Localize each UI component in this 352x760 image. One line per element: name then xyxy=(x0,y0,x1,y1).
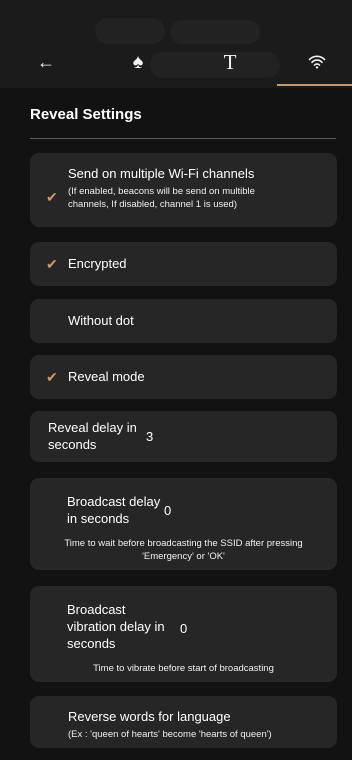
setting-encrypted[interactable]: ✔ Encrypted xyxy=(30,242,337,286)
setting-help-text: Time to wait before broadcasting the SSI… xyxy=(64,538,303,549)
section-title: Reveal Settings xyxy=(30,106,142,123)
setting-description: channels, If disabled, channel 1 is used… xyxy=(68,199,237,210)
setting-label: Broadcast delay xyxy=(67,494,161,509)
setting-label: seconds xyxy=(67,636,116,651)
setting-label: seconds xyxy=(48,437,97,452)
setting-label: Broadcast xyxy=(67,602,126,617)
setting-reverse-words[interactable]: Reverse words for language (Ex : 'queen … xyxy=(30,696,337,748)
setting-label: vibration delay in xyxy=(67,619,165,634)
checkmark-icon: ✔ xyxy=(46,256,58,272)
spade-icon[interactable]: ♠ xyxy=(126,49,150,75)
setting-reveal-delay[interactable]: Reveal delay in seconds 3 xyxy=(30,411,337,462)
setting-multi-channel[interactable]: ✔ Send on multiple Wi-Fi channels (If en… xyxy=(30,153,337,227)
setting-label: Reveal mode xyxy=(68,369,145,384)
header-background-shape xyxy=(150,52,280,78)
setting-label: Without dot xyxy=(68,313,134,328)
vibration-delay-value[interactable]: 0 xyxy=(180,621,187,636)
checkmark-icon: ✔ xyxy=(46,369,58,385)
wifi-icon[interactable] xyxy=(305,49,329,75)
setting-broadcast-delay[interactable]: Broadcast delay in seconds 0 Time to wai… xyxy=(30,478,337,570)
top-tab-bar: ← ♠ T xyxy=(0,0,352,88)
setting-reveal-mode[interactable]: ✔ Reveal mode xyxy=(30,355,337,399)
setting-description: (Ex : 'queen of hearts' become 'hearts o… xyxy=(68,729,272,740)
setting-help-text: 'Emergency' or 'OK' xyxy=(142,551,225,562)
setting-label: Send on multiple Wi-Fi channels xyxy=(68,166,255,181)
active-tab-indicator xyxy=(277,84,352,86)
checkmark-icon: ✔ xyxy=(46,189,58,205)
setting-vibration-delay[interactable]: Broadcast vibration delay in seconds 0 T… xyxy=(30,586,337,682)
setting-label: Encrypted xyxy=(68,256,127,271)
setting-without-dot[interactable]: Without dot xyxy=(30,299,337,343)
broadcast-delay-value[interactable]: 0 xyxy=(164,503,171,518)
setting-label: in seconds xyxy=(67,511,130,526)
setting-description: (If enabled, beacons will be send on mul… xyxy=(68,186,255,197)
section-divider xyxy=(30,138,336,139)
header-background-shape xyxy=(95,18,165,44)
setting-label: Reveal delay in xyxy=(48,420,137,435)
arrow-left-icon[interactable]: ← xyxy=(34,49,58,75)
text-t-icon[interactable]: T xyxy=(218,49,242,75)
setting-help-text: Time to vibrate before start of broadcas… xyxy=(93,663,274,674)
reveal-delay-value[interactable]: 3 xyxy=(146,429,153,444)
header-background-shape xyxy=(170,20,260,44)
setting-label: Reverse words for language xyxy=(68,709,231,724)
wifi-icon-glyph xyxy=(308,55,326,69)
